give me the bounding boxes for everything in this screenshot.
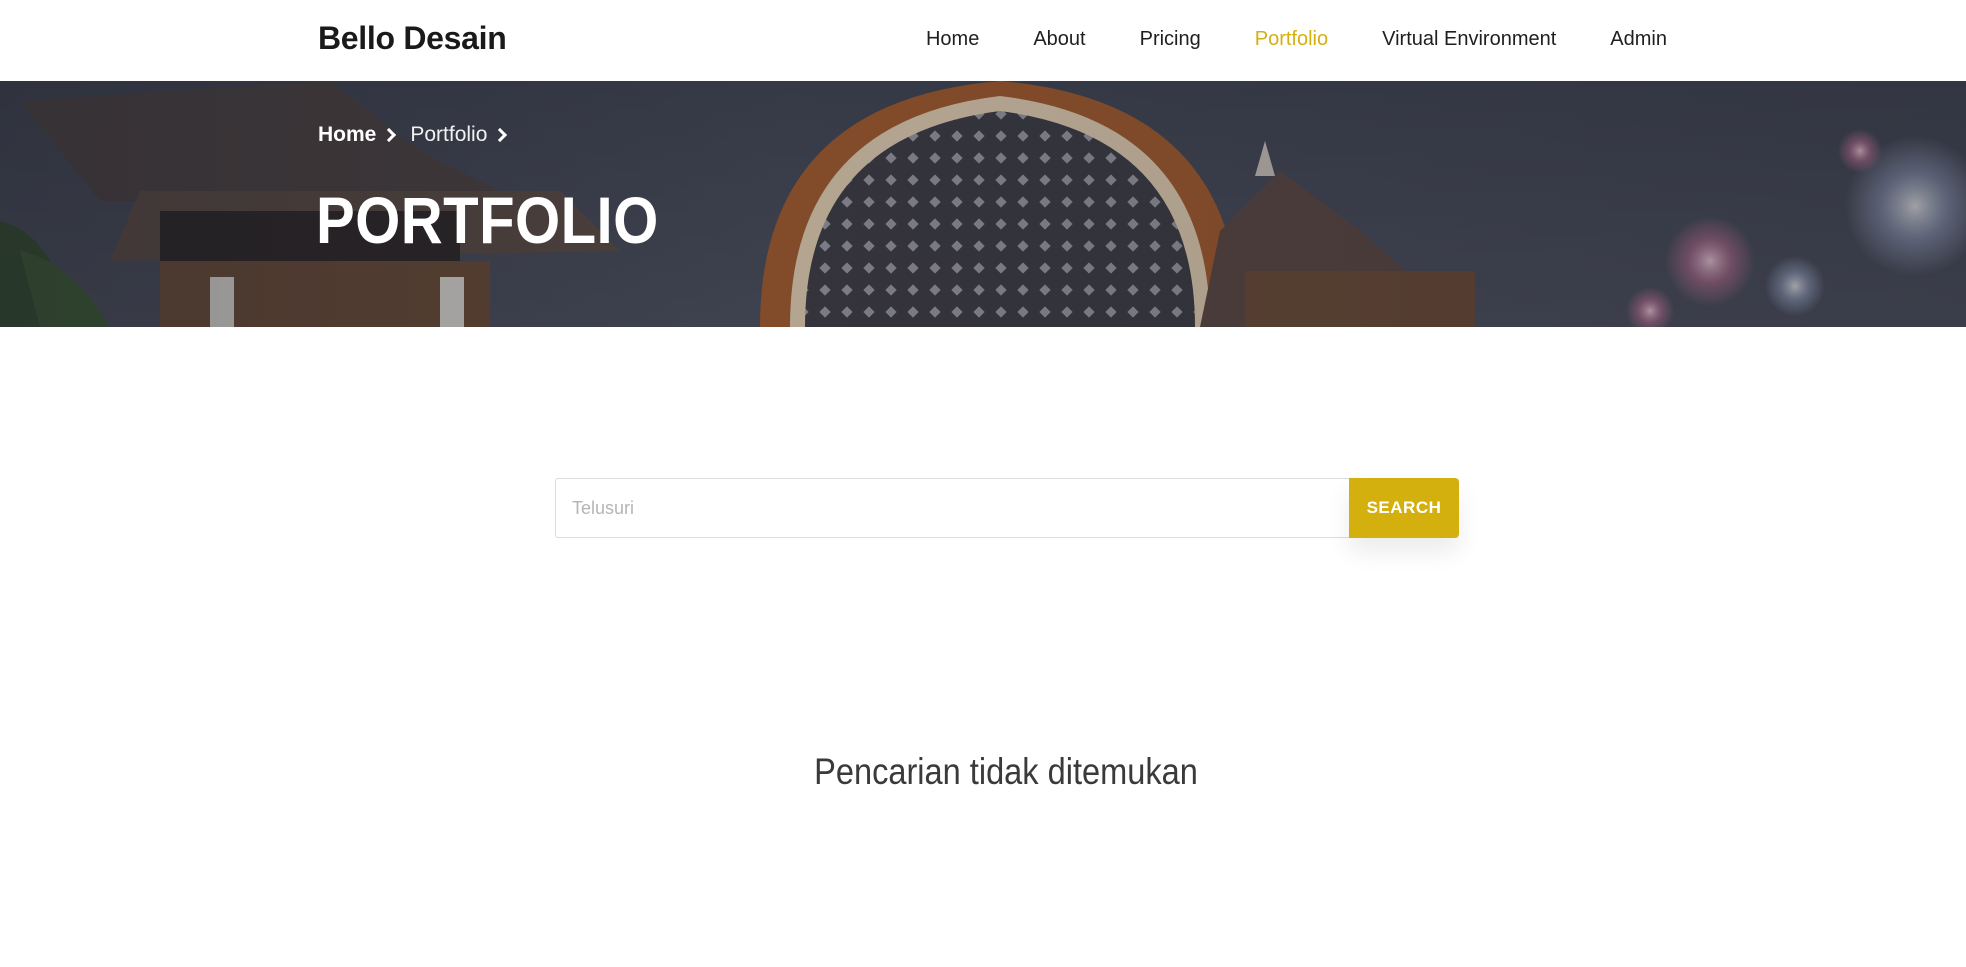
search-input[interactable] bbox=[555, 478, 1349, 538]
page-title: PORTFOLIO bbox=[316, 183, 659, 257]
main-nav: Home About Pricing Portfolio Virtual Env… bbox=[872, 28, 1667, 51]
hero-banner: Home Portfolio PORTFOLIO bbox=[0, 81, 1966, 327]
nav-admin[interactable]: Admin bbox=[1610, 28, 1667, 51]
nav-pricing[interactable]: Pricing bbox=[1140, 28, 1201, 51]
hero-overlay bbox=[0, 81, 1966, 327]
chevron-right-icon bbox=[382, 127, 397, 143]
search-button[interactable]: SEARCH bbox=[1349, 478, 1459, 538]
breadcrumb-home[interactable]: Home bbox=[318, 123, 376, 147]
breadcrumb: Home Portfolio bbox=[318, 123, 521, 147]
top-navbar: Bello Desain Home About Pricing Portfoli… bbox=[0, 0, 1966, 81]
no-results-message: Pencarian tidak ditemukan bbox=[814, 751, 1198, 792]
nav-portfolio[interactable]: Portfolio bbox=[1255, 28, 1328, 51]
chevron-right-icon bbox=[493, 127, 508, 143]
nav-virtual-environment[interactable]: Virtual Environment bbox=[1382, 28, 1556, 51]
breadcrumb-portfolio[interactable]: Portfolio bbox=[410, 123, 487, 147]
search-form: SEARCH bbox=[555, 478, 1459, 538]
nav-home[interactable]: Home bbox=[926, 28, 979, 51]
nav-about[interactable]: About bbox=[1033, 28, 1085, 51]
brand-logo[interactable]: Bello Desain bbox=[318, 20, 507, 57]
